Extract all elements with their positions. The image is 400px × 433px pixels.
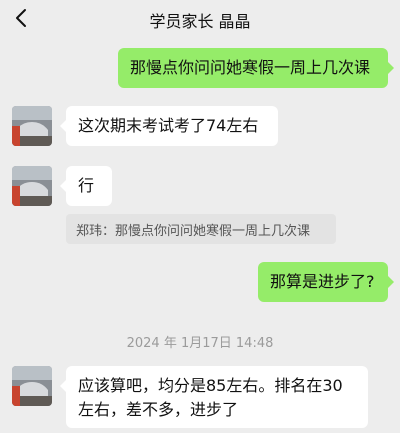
- message-list[interactable]: 那慢点你问问她寒假一周上几次课 这次期末考试考了74左右 行 郑玮：那慢点你问问…: [0, 36, 400, 433]
- avatar[interactable]: [12, 366, 52, 406]
- message-bubble-received[interactable]: 应该算吧，均分是85左右。排名在30左右，差不多，进步了: [60, 366, 368, 428]
- quoted-message[interactable]: 郑玮：那慢点你问问她寒假一周上几次课: [66, 214, 336, 244]
- quote-text: 郑玮：那慢点你问问她寒假一周上几次课: [76, 224, 311, 239]
- message-bubble-sent[interactable]: 那慢点你问问她寒假一周上几次课: [118, 48, 394, 88]
- message-bubble-received[interactable]: 行: [60, 166, 112, 206]
- avatar[interactable]: [12, 166, 52, 206]
- avatar[interactable]: [12, 106, 52, 146]
- message-text: 应该算吧，均分是85左右。排名在30左右，差不多，进步了: [78, 376, 343, 419]
- message-text: 这次期末考试考了74左右: [78, 116, 259, 135]
- message-text: 行: [78, 176, 95, 195]
- message-bubble-received[interactable]: 这次期末考试考了74左右: [60, 106, 278, 146]
- chat-header: 学员家长 晶晶: [0, 0, 400, 36]
- message-text: 那算是进步了?: [270, 272, 375, 291]
- timestamp: 2024 年 1月17日 14:48: [126, 336, 274, 351]
- message-text: 那慢点你问问她寒假一周上几次课: [130, 58, 371, 77]
- message-bubble-sent[interactable]: 那算是进步了?: [258, 262, 394, 302]
- chat-title: 学员家长 晶晶: [149, 12, 251, 31]
